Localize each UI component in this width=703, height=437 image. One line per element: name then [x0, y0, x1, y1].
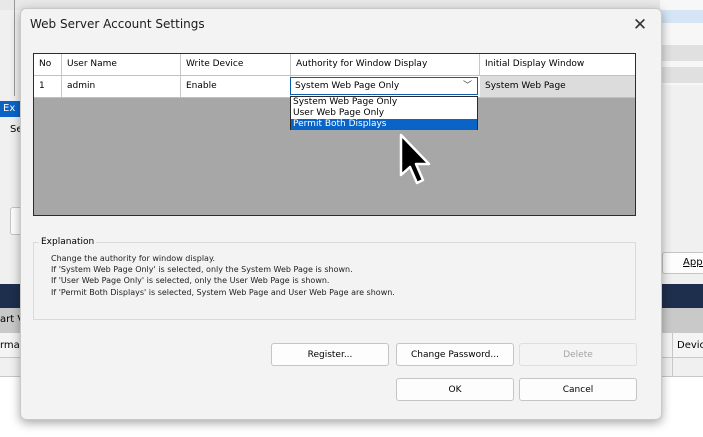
explanation-line: If 'Permit Both Displays' is selected, S… [51, 288, 395, 297]
account-table: No User Name Write Device Authority for … [33, 53, 636, 216]
cell-user-name[interactable]: admin [62, 76, 181, 97]
background-column-label: Devic [677, 340, 703, 351]
column-header-write-device: Write Device [181, 54, 291, 75]
table-row[interactable]: 1 admin Enable System Web Page Only ﹀ Sy… [34, 76, 635, 98]
apply-label: Appl [683, 257, 703, 268]
background-apply-button[interactable]: Appl [662, 252, 703, 274]
explanation-line: If 'System Web Page Only' is selected, o… [51, 265, 353, 274]
chevron-down-icon[interactable]: ﹀ [463, 78, 472, 94]
cancel-button[interactable]: Cancel [519, 378, 637, 401]
dropdown-option-user-web-page-only[interactable]: User Web Page Only [291, 108, 477, 119]
close-button[interactable]: ✕ [627, 13, 653, 37]
web-server-account-settings-dialog: Web Server Account Settings ✕ No User Na… [20, 8, 662, 420]
background-highlight-row [660, 10, 703, 23]
authority-value: System Web Page Only [295, 81, 400, 91]
cell-write-device[interactable]: Enable [181, 76, 291, 97]
column-header-authority: Authority for Window Display [291, 54, 480, 75]
dialog-title: Web Server Account Settings [30, 17, 205, 31]
column-header-initial-window: Initial Display Window [485, 59, 585, 69]
background-column-divider [672, 333, 673, 377]
change-password-button[interactable]: Change Password... [396, 343, 514, 366]
authority-combobox[interactable]: System Web Page Only ﹀ [290, 77, 478, 95]
column-header-no: No [34, 54, 62, 75]
mouse-pointer-icon [399, 133, 431, 185]
column-header-user-name: User Name [62, 54, 181, 75]
explanation-line: If 'User Web Page Only' is selected, onl… [51, 276, 330, 285]
close-icon: ✕ [632, 15, 648, 35]
cell-initial-window[interactable]: System Web Page [480, 76, 635, 97]
background-tree-line [14, 0, 15, 96]
explanation-line: Change the authority for window display. [51, 254, 216, 263]
delete-button: Delete [519, 343, 637, 366]
register-button[interactable]: Register... [271, 343, 389, 366]
cell-no: 1 [34, 76, 62, 97]
authority-dropdown-list: System Web Page Only User Web Page Only … [290, 96, 478, 130]
dropdown-option-system-web-page-only[interactable]: System Web Page Only [291, 97, 477, 108]
dropdown-option-permit-both-displays[interactable]: Permit Both Displays [291, 119, 477, 130]
table-header: No User Name Write Device Authority for … [34, 54, 635, 76]
background-panel-row [660, 45, 703, 61]
background-column-label: rma [0, 340, 20, 351]
explanation-title: Explanation [39, 237, 97, 247]
background-text-fragment: Ex [3, 103, 16, 114]
background-panel-row [660, 67, 703, 83]
ok-button[interactable]: OK [396, 378, 514, 401]
